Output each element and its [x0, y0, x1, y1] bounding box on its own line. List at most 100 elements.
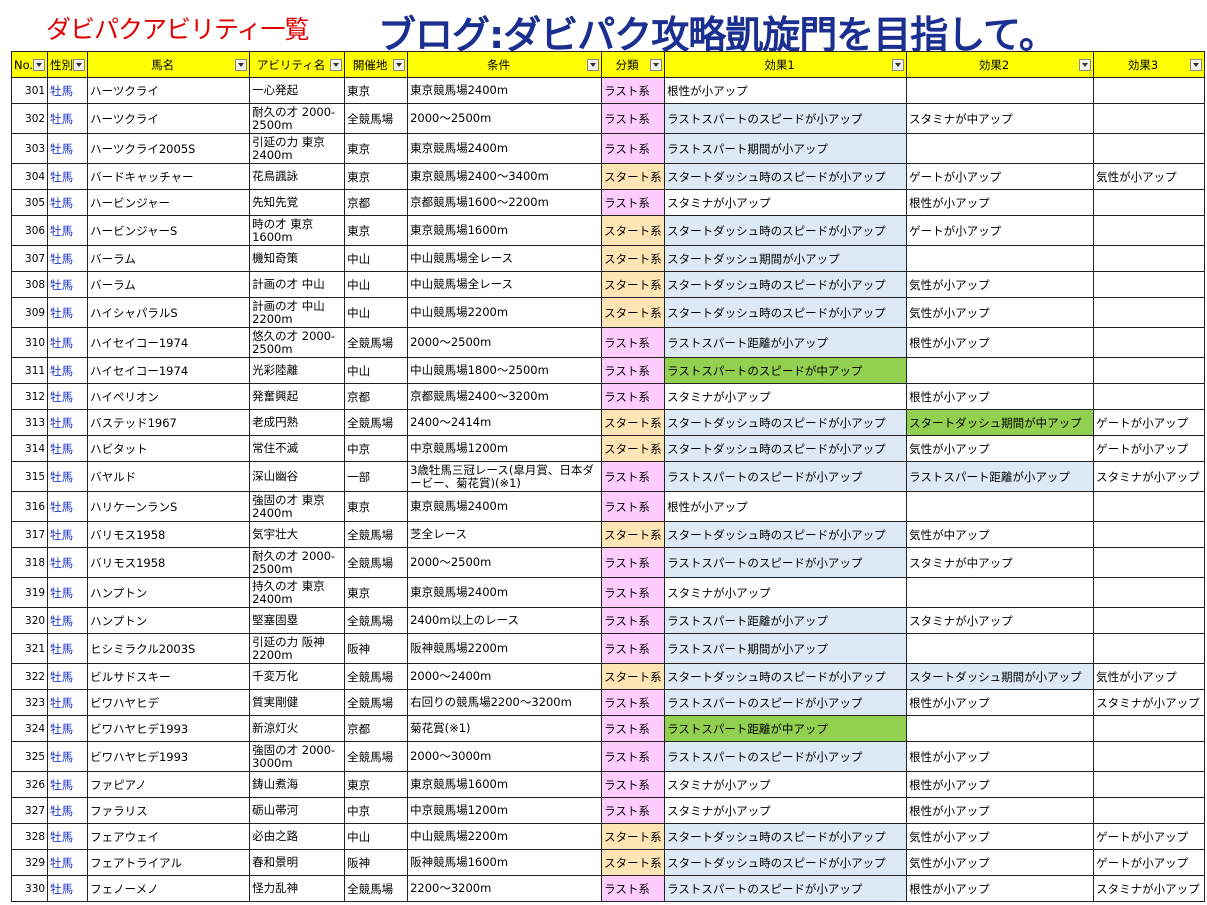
- cell-venue[interactable]: 東京: [344, 163, 409, 190]
- cell-e3[interactable]: [1093, 357, 1206, 384]
- cell-e2[interactable]: スタートダッシュ期間が小アップ: [906, 663, 1095, 690]
- cell-cat[interactable]: スタート系: [601, 163, 666, 190]
- cell-e2[interactable]: [906, 577, 1095, 608]
- cell-no[interactable]: 311: [10, 357, 49, 384]
- cell-e2[interactable]: 根性が小アップ: [906, 189, 1095, 216]
- cell-e2[interactable]: 根性が小アップ: [906, 327, 1095, 358]
- cell-venue[interactable]: 中山: [344, 245, 409, 272]
- cell-name[interactable]: ビワハヤヒデ1993: [87, 715, 251, 742]
- cell-sex[interactable]: 牡馬: [47, 357, 89, 384]
- filter-dropdown-icon[interactable]: [330, 59, 343, 71]
- cell-e1[interactable]: スタミナが小アップ: [664, 577, 908, 608]
- cell-e3[interactable]: [1093, 633, 1206, 664]
- cell-sex[interactable]: 牡馬: [47, 741, 89, 772]
- cell-ability[interactable]: 気宇壮大: [249, 521, 346, 548]
- cell-cond[interactable]: 2000～2500m: [407, 103, 603, 134]
- cell-ability[interactable]: 計画の才 中山: [249, 271, 346, 298]
- cell-sex[interactable]: 牡馬: [47, 435, 89, 462]
- cell-name[interactable]: バリモス1958: [87, 521, 251, 548]
- cell-e2[interactable]: ゲートが小アップ: [906, 163, 1095, 190]
- cell-ability[interactable]: 光彩陸離: [249, 357, 346, 384]
- cell-e1[interactable]: スタミナが小アップ: [664, 771, 908, 798]
- cell-name[interactable]: ハービンジャーS: [87, 215, 251, 246]
- cell-cat[interactable]: ラスト系: [601, 577, 666, 608]
- cell-name[interactable]: ファラリス: [87, 797, 251, 824]
- cell-ability[interactable]: 堅塞固塁: [249, 607, 346, 634]
- cell-e2[interactable]: 根性が小アップ: [906, 797, 1095, 824]
- cell-sex[interactable]: 牡馬: [47, 521, 89, 548]
- cell-name[interactable]: ハーツクライ2005S: [87, 133, 251, 164]
- cell-name[interactable]: ハンプトン: [87, 607, 251, 634]
- cell-e3[interactable]: [1093, 77, 1206, 104]
- cell-cond[interactable]: 2000～2400m: [407, 663, 603, 690]
- filter-dropdown-icon[interactable]: [235, 59, 248, 71]
- cell-e2[interactable]: [906, 491, 1095, 522]
- cell-e1[interactable]: 根性が小アップ: [664, 491, 908, 522]
- cell-name[interactable]: バステッド1967: [87, 409, 251, 436]
- cell-cat[interactable]: ラスト系: [601, 133, 666, 164]
- cell-e3[interactable]: [1093, 521, 1206, 548]
- cell-cat[interactable]: ラスト系: [601, 357, 666, 384]
- filter-dropdown-icon[interactable]: [1079, 59, 1092, 71]
- cell-e3[interactable]: 気性が小アップ: [1093, 163, 1206, 190]
- cell-no[interactable]: 320: [10, 607, 49, 634]
- cell-e2[interactable]: 気性が小アップ: [906, 823, 1095, 850]
- cell-e1[interactable]: ラストスパートのスピードが小アップ: [664, 461, 908, 492]
- cell-name[interactable]: フェノーメノ: [87, 875, 251, 902]
- cell-e2[interactable]: [906, 633, 1095, 664]
- cell-name[interactable]: ファピアノ: [87, 771, 251, 798]
- cell-ability[interactable]: 持久の才 東京2400m: [249, 577, 346, 608]
- cell-no[interactable]: 310: [10, 327, 49, 358]
- cell-no[interactable]: 306: [10, 215, 49, 246]
- cell-e1[interactable]: ラストスパート距離が小アップ: [664, 607, 908, 634]
- cell-name[interactable]: ハービンジャー: [87, 189, 251, 216]
- cell-ability[interactable]: 引延の力 阪神2200m: [249, 633, 346, 664]
- cell-name[interactable]: ハーツクライ: [87, 103, 251, 134]
- cell-cond[interactable]: 東京競馬場2400m: [407, 133, 603, 164]
- cell-sex[interactable]: 牡馬: [47, 215, 89, 246]
- cell-venue[interactable]: 全競馬場: [344, 607, 409, 634]
- cell-e3[interactable]: [1093, 741, 1206, 772]
- cell-cat[interactable]: スタート系: [601, 435, 666, 462]
- cell-cond[interactable]: 東京競馬場2400m: [407, 491, 603, 522]
- cell-cond[interactable]: 中山競馬場1800～2500m: [407, 357, 603, 384]
- cell-no[interactable]: 318: [10, 547, 49, 578]
- cell-venue[interactable]: 全競馬場: [344, 327, 409, 358]
- cell-venue[interactable]: 中山: [344, 823, 409, 850]
- cell-cat[interactable]: ラスト系: [601, 875, 666, 902]
- cell-sex[interactable]: 牡馬: [47, 271, 89, 298]
- cell-e2[interactable]: [906, 245, 1095, 272]
- cell-e1[interactable]: スタートダッシュ時のスピードが小アップ: [664, 163, 908, 190]
- cell-e3[interactable]: [1093, 103, 1206, 134]
- cell-cat[interactable]: ラスト系: [601, 715, 666, 742]
- cell-no[interactable]: 327: [10, 797, 49, 824]
- cell-cond[interactable]: 中京競馬場1200m: [407, 435, 603, 462]
- cell-e3[interactable]: [1093, 607, 1206, 634]
- cell-e2[interactable]: 気性が小アップ: [906, 297, 1095, 328]
- cell-sex[interactable]: 牡馬: [47, 547, 89, 578]
- cell-e1[interactable]: スタートダッシュ時のスピードが小アップ: [664, 215, 908, 246]
- filter-dropdown-icon[interactable]: [33, 59, 46, 71]
- cell-e1[interactable]: ラストスパートのスピードが小アップ: [664, 547, 908, 578]
- cell-cond[interactable]: 3歳牡馬三冠レース(皐月賞、日本ダービー、菊花賞)(※1): [407, 461, 603, 492]
- cell-ability[interactable]: 砺山帯河: [249, 797, 346, 824]
- cell-cond[interactable]: 2400～2414m: [407, 409, 603, 436]
- cell-venue[interactable]: 京都: [344, 715, 409, 742]
- cell-cond[interactable]: 中山競馬場全レース: [407, 271, 603, 298]
- cell-cat[interactable]: スタート系: [601, 823, 666, 850]
- filter-dropdown-icon[interactable]: [650, 59, 663, 71]
- cell-cond[interactable]: 芝全レース: [407, 521, 603, 548]
- cell-name[interactable]: ビワハヤヒデ: [87, 689, 251, 716]
- cell-e1[interactable]: 根性が小アップ: [664, 77, 908, 104]
- cell-no[interactable]: 315: [10, 461, 49, 492]
- cell-no[interactable]: 313: [10, 409, 49, 436]
- cell-name[interactable]: ハビタット: [87, 435, 251, 462]
- cell-e2[interactable]: 根性が小アップ: [906, 771, 1095, 798]
- cell-no[interactable]: 308: [10, 271, 49, 298]
- cell-sex[interactable]: 牡馬: [47, 491, 89, 522]
- cell-sex[interactable]: 牡馬: [47, 849, 89, 876]
- cell-e2[interactable]: [906, 715, 1095, 742]
- cell-cond[interactable]: 阪神競馬場1600m: [407, 849, 603, 876]
- cell-ability[interactable]: 発奮興起: [249, 383, 346, 410]
- cell-ability[interactable]: 一心発起: [249, 77, 346, 104]
